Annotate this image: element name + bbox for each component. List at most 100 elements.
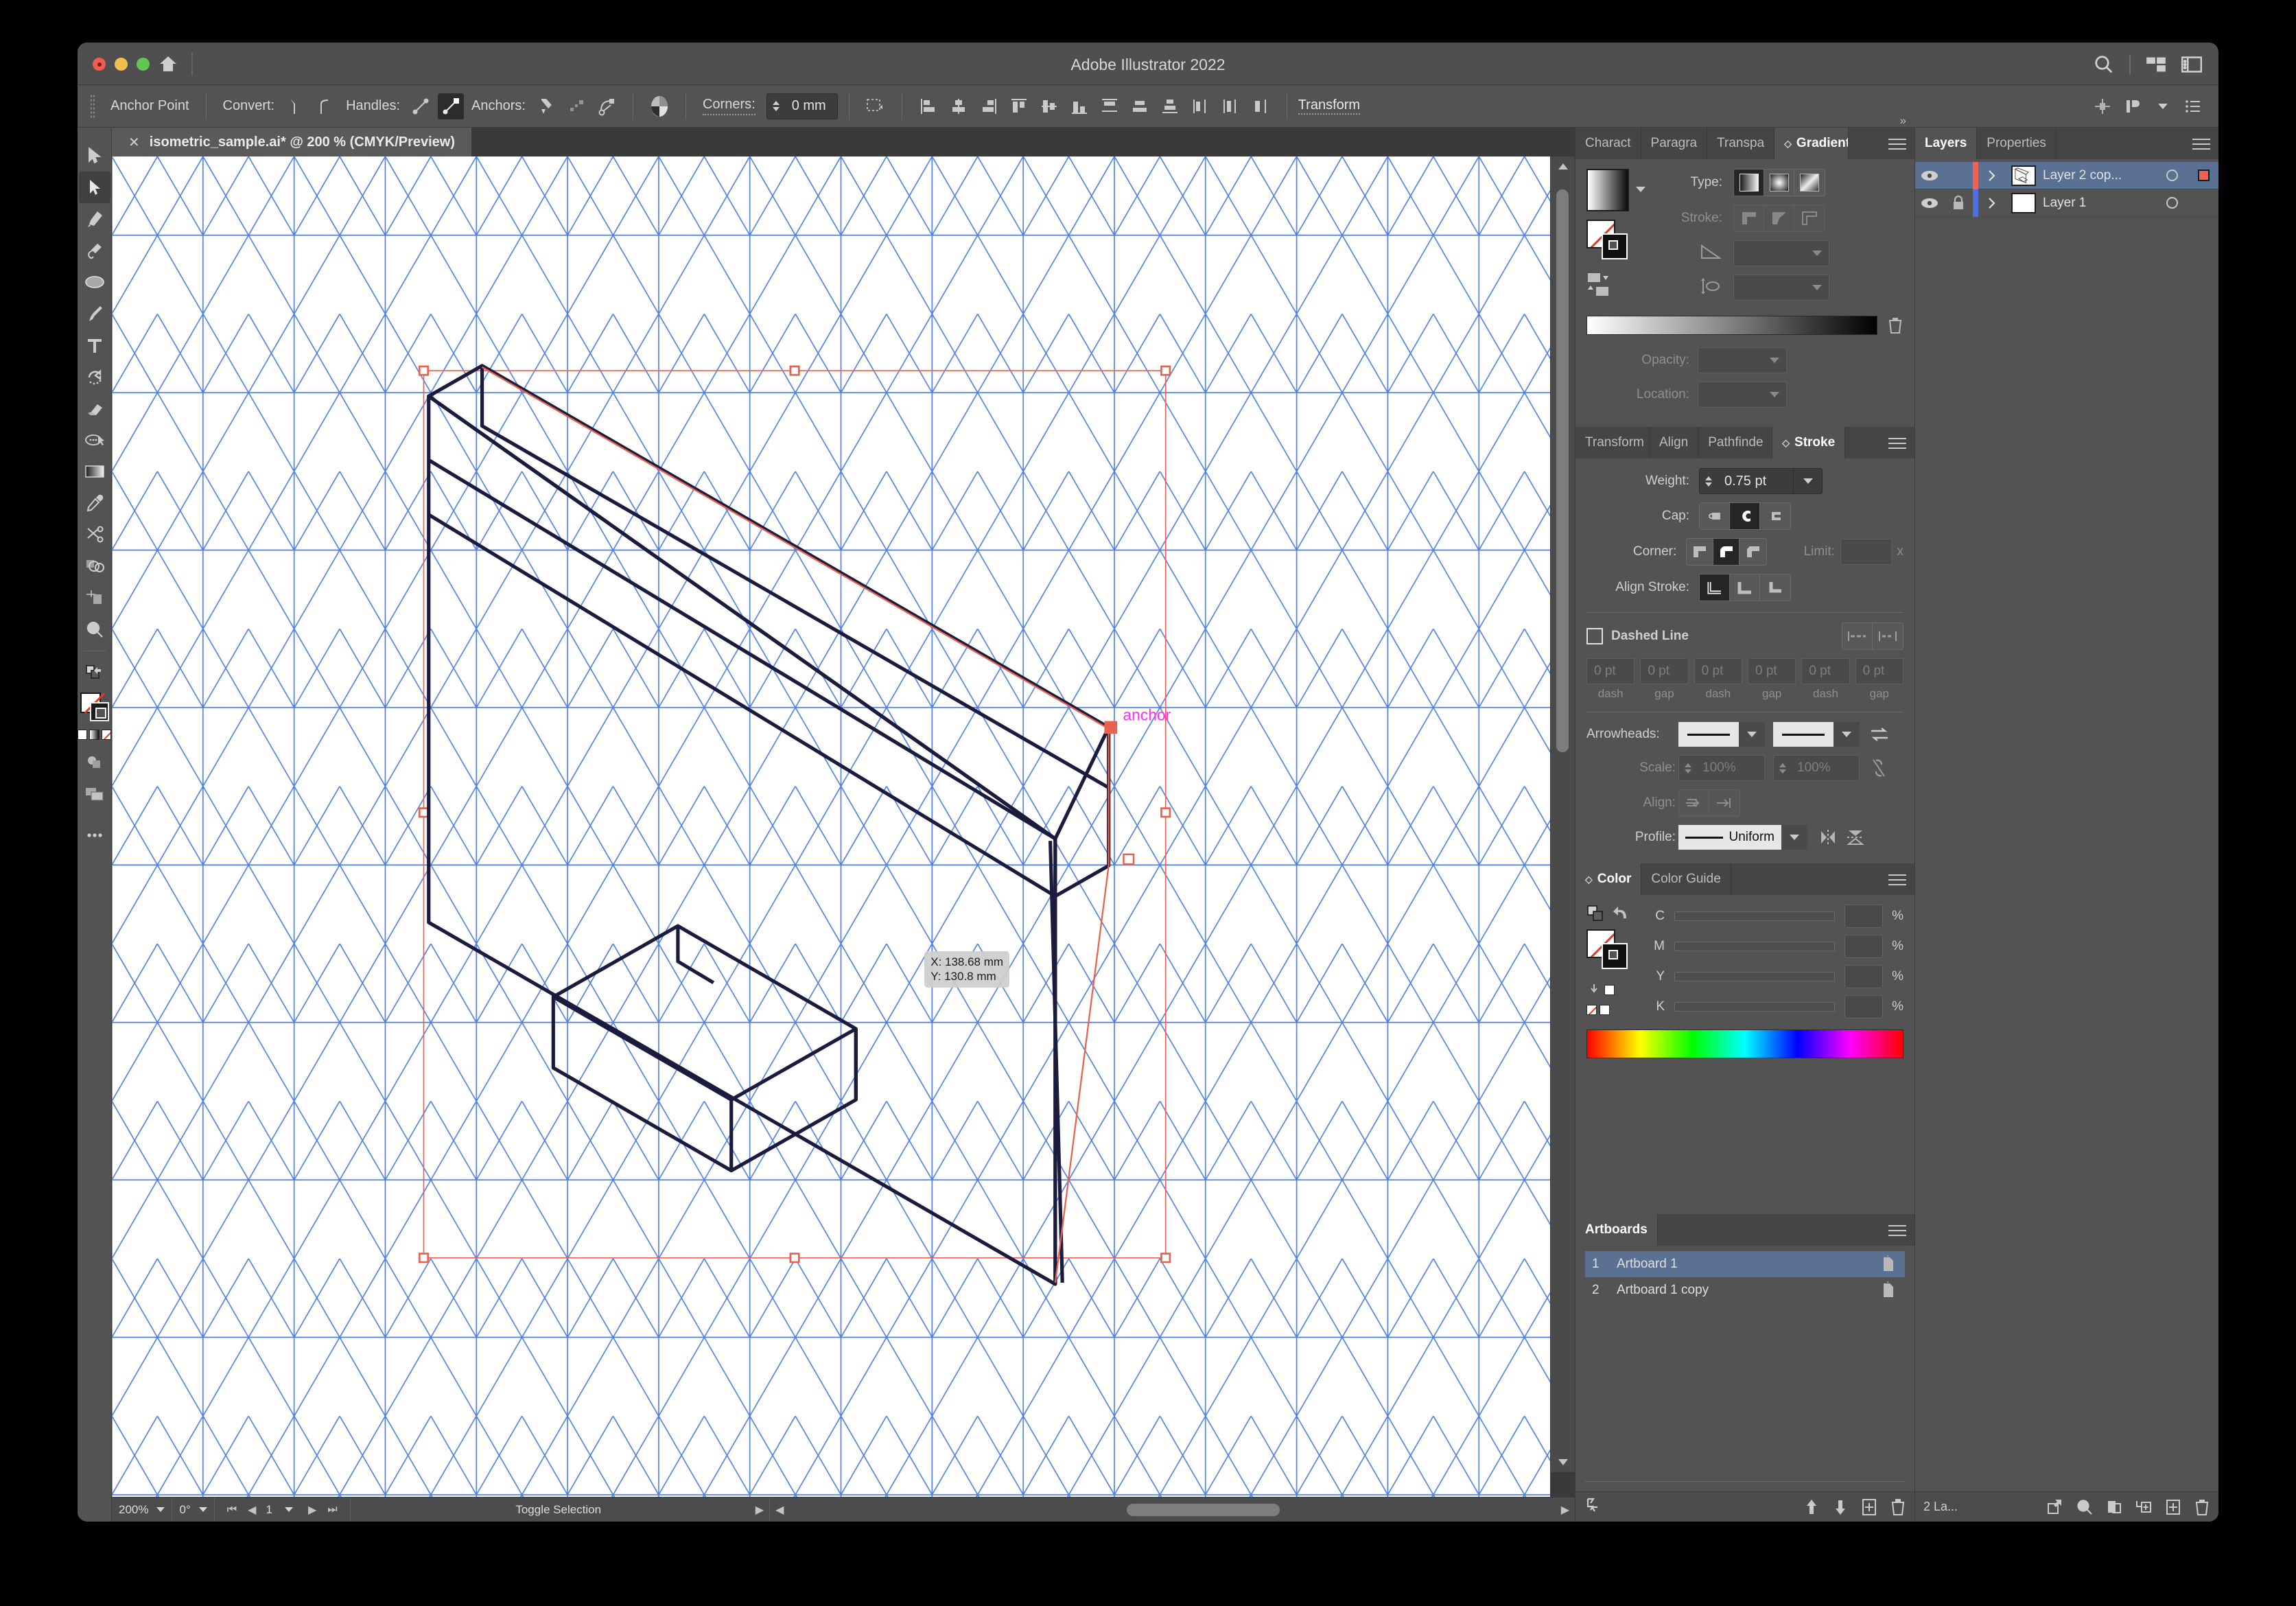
round-cap-icon[interactable]: [1730, 503, 1760, 529]
limit-field[interactable]: [1840, 539, 1892, 565]
panel-collapse-icon[interactable]: ◇: [1585, 874, 1593, 885]
new-layer-icon[interactable]: [2165, 1498, 2181, 1516]
tab-layers[interactable]: Layers: [1915, 128, 1978, 159]
swap-fill-stroke-icon[interactable]: [1586, 905, 1606, 922]
tool-direct-selection[interactable]: [78, 172, 110, 203]
stroke-along-icon[interactable]: [1764, 205, 1794, 231]
place-arrow-icon[interactable]: [1709, 790, 1739, 816]
tab-gradient[interactable]: ◇ Gradient: [1774, 128, 1849, 159]
none-fill-mode-icon[interactable]: [101, 730, 111, 740]
none-swatch-icon[interactable]: [1586, 1005, 1597, 1015]
remove-anchor-icon[interactable]: [533, 93, 559, 119]
tool-curvature[interactable]: [79, 235, 110, 266]
layer-target-circle[interactable]: [2155, 189, 2188, 217]
layer-selection-square[interactable]: [2188, 162, 2218, 189]
cyan-value-field[interactable]: [1844, 905, 1883, 928]
chevron-down-icon[interactable]: [2150, 93, 2176, 119]
distribute-horizontal-center-icon[interactable]: [1217, 93, 1243, 119]
cap-segment[interactable]: [1699, 502, 1791, 530]
layer-row[interactable]: Layer 1: [1915, 189, 2218, 217]
tab-stroke[interactable]: ◇ Stroke: [1772, 427, 1846, 458]
magenta-slider[interactable]: [1674, 942, 1835, 951]
distribute-vertical-center-icon[interactable]: [1127, 93, 1153, 119]
layer-target-circle[interactable]: [2155, 162, 2188, 189]
align-vertical-center-icon[interactable]: [1036, 93, 1062, 119]
dash-field-0[interactable]: 0 pt dash: [1586, 658, 1635, 701]
tool-zoom[interactable]: [79, 614, 110, 645]
flip-horizontal-icon[interactable]: [1818, 828, 1838, 846]
yellow-value-field[interactable]: [1844, 965, 1883, 988]
weight-value[interactable]: 0.75 pt: [1718, 474, 1793, 489]
dashed-line-checkbox[interactable]: [1586, 628, 1603, 644]
gradient-presets-chevron-icon[interactable]: [1636, 187, 1645, 192]
panel-menu-icon[interactable]: [1888, 1222, 1906, 1240]
artboard-number[interactable]: 1: [261, 1503, 284, 1517]
tab-properties[interactable]: Properties: [1977, 128, 2057, 159]
panel-menu-icon[interactable]: [1888, 871, 1906, 889]
arrange-icon[interactable]: [2120, 93, 2146, 119]
transform-each-icon[interactable]: [863, 93, 889, 119]
weight-dropdown-icon[interactable]: [1793, 468, 1822, 494]
tool-shape-builder[interactable]: [79, 550, 110, 582]
chevron-down-icon[interactable]: [156, 1507, 165, 1512]
magenta-value-field[interactable]: [1844, 935, 1883, 958]
show-handles-icon[interactable]: [408, 93, 434, 119]
artboard-row[interactable]: 1 Artboard 1: [1585, 1251, 1905, 1277]
align-bottom-icon[interactable]: [1066, 93, 1092, 119]
create-sublayer-icon[interactable]: [2135, 1498, 2153, 1516]
layer-selection-slot[interactable]: [2188, 189, 2218, 217]
gradient-preview-swatch[interactable]: [1586, 169, 1629, 211]
gradient-fill-stroke-toggle[interactable]: [1586, 272, 1669, 303]
dash-corner-segment[interactable]: [1842, 622, 1903, 650]
dash-preserve-icon[interactable]: [1842, 623, 1873, 649]
color-fill-mode-icon[interactable]: [78, 730, 88, 740]
gradient-ramp[interactable]: [1586, 316, 1877, 335]
tool-eyedropper[interactable]: [79, 487, 110, 519]
move-down-icon[interactable]: [1832, 1498, 1849, 1517]
distribute-left-icon[interactable]: [1187, 93, 1213, 119]
profile-select[interactable]: Uniform: [1678, 825, 1807, 850]
delete-layer-icon[interactable]: [2194, 1498, 2210, 1516]
connect-anchors-icon[interactable]: [563, 93, 589, 119]
align-inside-stroke-icon[interactable]: [1730, 574, 1760, 601]
control-bar-gripper[interactable]: [90, 93, 95, 119]
gradient-type-segment[interactable]: [1733, 169, 1825, 196]
artboards-icon[interactable]: [2089, 93, 2116, 119]
weight-stepper[interactable]: [1700, 476, 1718, 487]
color-spectrum-bar[interactable]: [1586, 1029, 1903, 1058]
link-broken-icon[interactable]: [1869, 758, 1888, 778]
tab-artboards[interactable]: Artboards: [1575, 1214, 1658, 1246]
chevron-down-icon[interactable]: [1770, 392, 1779, 397]
align-stroke-segment[interactable]: [1699, 574, 1791, 601]
distribute-top-icon[interactable]: [1097, 93, 1123, 119]
layer-lock-icon[interactable]: [1944, 189, 1973, 217]
color-quick-swatches[interactable]: [1586, 983, 1641, 997]
scale-stepper[interactable]: [1679, 763, 1697, 773]
artboard-preset-icon[interactable]: [1880, 1255, 1897, 1274]
hide-handles-icon[interactable]: [438, 93, 465, 119]
horizontal-scroll-thumb[interactable]: [1126, 1503, 1280, 1516]
stroke-swatch[interactable]: [89, 702, 109, 721]
swap-arrowheads-icon[interactable]: [1869, 725, 1890, 743]
expand-panels-icon[interactable]: »: [1900, 114, 1906, 128]
stroke-within-icon[interactable]: [1734, 205, 1764, 231]
arrange-documents-icon[interactable]: [2146, 56, 2166, 73]
tool-artboard[interactable]: [79, 582, 110, 614]
stroke-swatch[interactable]: [1602, 233, 1628, 259]
fill-mode-row[interactable]: [78, 730, 111, 740]
color-fill-stroke-swatches[interactable]: [1586, 929, 1636, 972]
tab-color-guide[interactable]: Color Guide: [1641, 863, 1731, 895]
tool-paintbrush[interactable]: [79, 298, 110, 329]
scale-start-field[interactable]: 100%: [1678, 755, 1765, 781]
cyan-slider[interactable]: [1674, 911, 1835, 921]
rearrange-artboards-icon[interactable]: [1584, 1498, 1602, 1517]
options-menu-icon[interactable]: [2180, 93, 2206, 119]
scroll-left-arrow[interactable]: ◀: [770, 1503, 789, 1517]
tool-rotate[interactable]: [79, 361, 110, 393]
black-value-field[interactable]: [1844, 995, 1883, 1019]
layer-name[interactable]: Layer 2 cop...: [2043, 168, 2155, 183]
first-artboard-icon[interactable]: ⏮: [222, 1504, 242, 1516]
search-icon[interactable]: [2094, 54, 2114, 75]
tool-pen[interactable]: [79, 203, 110, 235]
last-artboard-icon[interactable]: ⏭: [322, 1504, 342, 1516]
